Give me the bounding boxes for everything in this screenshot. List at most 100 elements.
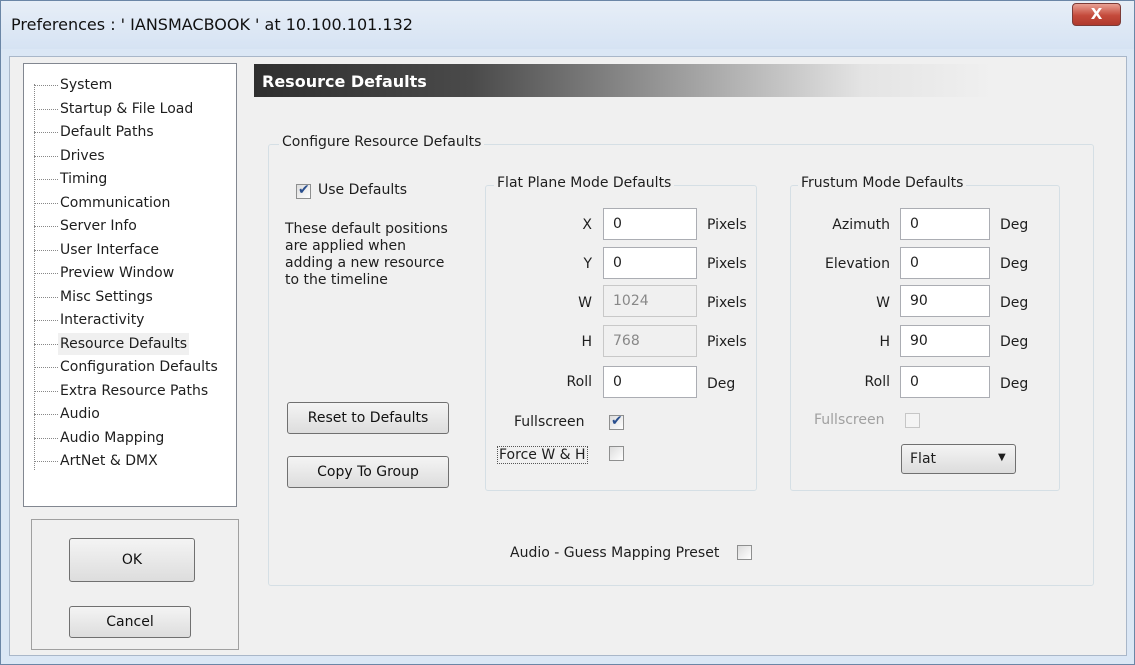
nav-item[interactable]: Startup & File Load bbox=[24, 98, 236, 120]
audio-guess-checkbox[interactable] bbox=[737, 545, 752, 560]
nav-item[interactable]: Interactivity bbox=[24, 309, 236, 331]
reset-to-defaults-button[interactable]: Reset to Defaults bbox=[287, 402, 449, 434]
flat-h-input[interactable]: 768 bbox=[603, 325, 697, 357]
nav-item-label: Timing bbox=[60, 171, 108, 187]
chevron-down-icon: ▼ bbox=[998, 452, 1006, 463]
use-defaults-checkbox[interactable] bbox=[296, 182, 311, 199]
description-line-3: adding a new resource bbox=[285, 255, 445, 271]
nav-item-label: User Interface bbox=[60, 241, 160, 258]
tree-connector bbox=[34, 179, 58, 180]
frustum-mode-value: Flat bbox=[910, 451, 937, 467]
nav-item[interactable]: Preview Window bbox=[24, 262, 236, 284]
frustum-roll-input[interactable]: 0 bbox=[900, 366, 990, 398]
flat-h-unit: Pixels bbox=[707, 334, 747, 350]
nav-item-label: Extra Resource Paths bbox=[60, 382, 209, 399]
flat-plane-group-title: Flat Plane Mode Defaults bbox=[494, 175, 675, 191]
nav-item[interactable]: Audio bbox=[24, 403, 236, 425]
frustum-roll-unit: Deg bbox=[1000, 376, 1029, 392]
frustum-azimuth-input[interactable]: 0 bbox=[900, 208, 990, 240]
frustum-mode-select[interactable]: Flat ▼ bbox=[901, 444, 1016, 474]
flat-w-input[interactable]: 1024 bbox=[603, 285, 697, 317]
nav-item[interactable]: Timing bbox=[24, 168, 236, 190]
nav-item-label: Audio bbox=[60, 406, 100, 422]
tree-connector bbox=[34, 367, 58, 368]
copy-to-group-button[interactable]: Copy To Group bbox=[287, 456, 449, 488]
nav-item-label: System bbox=[60, 77, 113, 93]
nav-item[interactable]: Server Info bbox=[24, 215, 236, 237]
frustum-h-input[interactable]: 90 bbox=[900, 325, 990, 357]
frustum-w-label: W bbox=[876, 295, 890, 311]
tree-connector bbox=[34, 437, 58, 439]
force-wh-label: Force W & H bbox=[497, 446, 588, 464]
nav-item-label: ArtNet & DMX bbox=[60, 453, 158, 469]
nav-item-label: Startup & File Load bbox=[60, 100, 194, 117]
frustum-azimuth-label: Azimuth bbox=[832, 217, 890, 233]
flat-fullscreen-label: Fullscreen bbox=[514, 414, 585, 430]
flat-y-unit: Pixels bbox=[707, 256, 747, 272]
flat-x-label: X bbox=[582, 217, 592, 233]
frustum-h-label: H bbox=[879, 334, 890, 350]
nav-item[interactable]: Communication bbox=[24, 192, 236, 214]
frustum-fullscreen-checkbox[interactable] bbox=[905, 413, 920, 428]
nav-item[interactable]: Default Paths bbox=[24, 121, 236, 143]
nav-item[interactable]: Audio Mapping bbox=[24, 427, 236, 449]
nav-item-label: Default Paths bbox=[60, 124, 154, 140]
flat-fullscreen-checkbox[interactable] bbox=[609, 413, 624, 430]
use-defaults-label: Use Defaults bbox=[318, 182, 408, 198]
tree-connector bbox=[34, 343, 58, 345]
page-title: Resource Defaults bbox=[262, 72, 427, 91]
description-line-4: to the timeline bbox=[285, 272, 388, 288]
nav-item-label: Drives bbox=[60, 147, 105, 164]
tree-connector bbox=[34, 296, 58, 298]
flat-y-input[interactable]: 0 bbox=[603, 247, 697, 279]
frustum-w-input[interactable]: 90 bbox=[900, 285, 990, 317]
nav-item[interactable]: ArtNet & DMX bbox=[24, 450, 236, 472]
flat-x-input[interactable]: 0 bbox=[603, 208, 697, 240]
flat-w-unit: Pixels bbox=[707, 295, 747, 311]
nav-item[interactable]: Drives bbox=[24, 145, 236, 167]
audio-guess-label: Audio - Guess Mapping Preset bbox=[510, 545, 720, 561]
frustum-elevation-label: Elevation bbox=[824, 256, 890, 272]
tree-connector bbox=[34, 85, 58, 86]
nav-item[interactable]: User Interface bbox=[24, 239, 236, 261]
cancel-button[interactable]: Cancel bbox=[69, 606, 191, 638]
flat-h-label: H bbox=[581, 334, 592, 350]
description-line-2: are applied when bbox=[285, 238, 406, 254]
flat-x-unit: Pixels bbox=[707, 217, 747, 233]
flat-y-label: Y bbox=[583, 256, 592, 272]
tree-connector bbox=[34, 249, 58, 251]
tree-connector bbox=[34, 414, 58, 415]
tree-connector bbox=[34, 108, 58, 110]
frustum-h-unit: Deg bbox=[1000, 334, 1029, 350]
preferences-nav-tree: System Startup & File Load Default Paths Dr… bbox=[23, 63, 237, 507]
force-wh-checkbox[interactable] bbox=[609, 446, 624, 461]
frustum-elevation-input[interactable]: 0 bbox=[900, 247, 990, 279]
frustum-elevation-unit: Deg bbox=[1000, 256, 1029, 272]
window-title: Preferences : ' IANSMACBOOK ' at 10.100.… bbox=[11, 15, 413, 34]
frustum-group-title: Frustum Mode Defaults bbox=[798, 175, 967, 191]
tree-connector bbox=[34, 132, 58, 133]
nav-item[interactable]: Resource Defaults bbox=[24, 332, 236, 355]
flat-roll-unit: Deg bbox=[707, 376, 736, 392]
nav-item[interactable]: Configuration Defaults bbox=[24, 356, 236, 378]
nav-item-label: Resource Defaults bbox=[58, 332, 190, 355]
tree-connector bbox=[34, 226, 58, 227]
nav-item-label: Configuration Defaults bbox=[60, 359, 218, 375]
nav-item[interactable]: Misc Settings bbox=[24, 286, 236, 308]
nav-item[interactable]: Extra Resource Paths bbox=[24, 380, 236, 402]
nav-item[interactable]: System bbox=[24, 74, 236, 96]
frustum-fullscreen-label: Fullscreen bbox=[814, 412, 885, 428]
nav-item-label: Interactivity bbox=[60, 312, 145, 328]
nav-item-label: Preview Window bbox=[60, 265, 175, 281]
frustum-w-unit: Deg bbox=[1000, 295, 1029, 311]
flat-w-label: W bbox=[578, 295, 592, 311]
flat-roll-input[interactable]: 0 bbox=[603, 366, 697, 398]
nav-item-label: Audio Mapping bbox=[60, 429, 165, 446]
configure-group-title: Configure Resource Defaults bbox=[279, 134, 485, 150]
title-bar[interactable]: Preferences : ' IANSMACBOOK ' at 10.100.… bbox=[1, 1, 1134, 49]
close-button[interactable]: X bbox=[1072, 3, 1121, 26]
tree-connector bbox=[34, 320, 58, 321]
frustum-azimuth-unit: Deg bbox=[1000, 217, 1029, 233]
page-header: Resource Defaults bbox=[254, 64, 1124, 97]
ok-button[interactable]: OK bbox=[69, 538, 195, 582]
